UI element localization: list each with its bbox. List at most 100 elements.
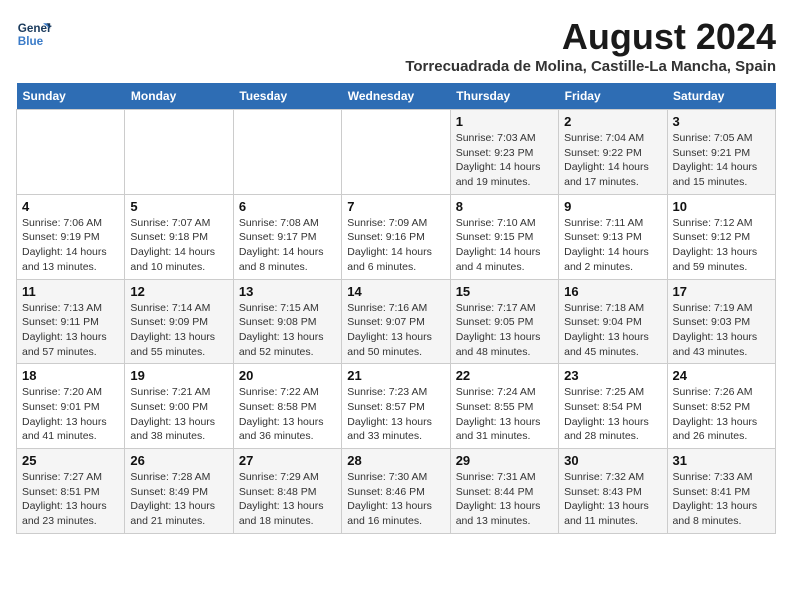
day-info: Sunrise: 7:09 AM Sunset: 9:16 PM Dayligh… [347, 216, 444, 275]
calendar-cell: 4 Sunrise: 7:06 AM Sunset: 9:19 PM Daylig… [17, 194, 125, 279]
day-number: 17 [673, 284, 770, 299]
day-number: 31 [673, 453, 770, 468]
calendar-cell: 13 Sunrise: 7:15 AM Sunset: 9:08 PM Dayli… [233, 279, 341, 364]
day-info: Sunrise: 7:03 AM Sunset: 9:23 PM Dayligh… [456, 131, 553, 190]
day-number: 20 [239, 368, 336, 383]
day-number: 10 [673, 199, 770, 214]
day-info: Sunrise: 7:04 AM Sunset: 9:22 PM Dayligh… [564, 131, 661, 190]
day-info: Sunrise: 7:13 AM Sunset: 9:11 PM Dayligh… [22, 301, 119, 360]
day-number: 19 [130, 368, 227, 383]
day-info: Sunrise: 7:29 AM Sunset: 8:48 PM Dayligh… [239, 470, 336, 529]
calendar-cell: 19 Sunrise: 7:21 AM Sunset: 9:00 PM Dayli… [125, 364, 233, 449]
calendar-week-row: 25 Sunrise: 7:27 AM Sunset: 8:51 PM Dayli… [17, 449, 776, 534]
main-title: August 2024 [405, 16, 776, 58]
day-number: 3 [673, 114, 770, 129]
calendar-week-row: 11 Sunrise: 7:13 AM Sunset: 9:11 PM Dayli… [17, 279, 776, 364]
day-info: Sunrise: 7:05 AM Sunset: 9:21 PM Dayligh… [673, 131, 770, 190]
calendar-cell: 1 Sunrise: 7:03 AM Sunset: 9:23 PM Daylig… [450, 110, 558, 195]
day-number: 28 [347, 453, 444, 468]
day-number: 6 [239, 199, 336, 214]
calendar-cell: 25 Sunrise: 7:27 AM Sunset: 8:51 PM Dayli… [17, 449, 125, 534]
day-info: Sunrise: 7:26 AM Sunset: 8:52 PM Dayligh… [673, 385, 770, 444]
weekday-header-sunday: Sunday [17, 83, 125, 110]
calendar-cell: 2 Sunrise: 7:04 AM Sunset: 9:22 PM Daylig… [559, 110, 667, 195]
calendar-cell [233, 110, 341, 195]
calendar-cell: 29Sunrise: 7:31 AM Sunset: 8:44 PM Dayli… [450, 449, 558, 534]
calendar-cell: 18Sunrise: 7:20 AM Sunset: 9:01 PM Dayli… [17, 364, 125, 449]
day-info: Sunrise: 7:28 AM Sunset: 8:49 PM Dayligh… [130, 470, 227, 529]
day-info: Sunrise: 7:21 AM Sunset: 9:00 PM Dayligh… [130, 385, 227, 444]
weekday-header-thursday: Thursday [450, 83, 558, 110]
weekday-header-friday: Friday [559, 83, 667, 110]
logo: General Blue [16, 16, 52, 52]
day-info: Sunrise: 7:22 AM Sunset: 8:58 PM Dayligh… [239, 385, 336, 444]
day-info: Sunrise: 7:32 AM Sunset: 8:43 PM Dayligh… [564, 470, 661, 529]
calendar-cell: 8 Sunrise: 7:10 AM Sunset: 9:15 PM Daylig… [450, 194, 558, 279]
svg-text:Blue: Blue [18, 35, 44, 48]
day-info: Sunrise: 7:16 AM Sunset: 9:07 PM Dayligh… [347, 301, 444, 360]
day-info: Sunrise: 7:23 AM Sunset: 8:57 PM Dayligh… [347, 385, 444, 444]
calendar-cell: 7 Sunrise: 7:09 AM Sunset: 9:16 PM Daylig… [342, 194, 450, 279]
calendar-cell: 11 Sunrise: 7:13 AM Sunset: 9:11 PM Dayli… [17, 279, 125, 364]
day-number: 5 [130, 199, 227, 214]
day-number: 18 [22, 368, 119, 383]
calendar-cell: 10 Sunrise: 7:12 AM Sunset: 9:12 PM Dayli… [667, 194, 775, 279]
calendar-cell: 15Sunrise: 7:17 AM Sunset: 9:05 PM Dayli… [450, 279, 558, 364]
day-number: 26 [130, 453, 227, 468]
day-info: Sunrise: 7:06 AM Sunset: 9:19 PM Dayligh… [22, 216, 119, 275]
calendar-cell: 21 Sunrise: 7:23 AM Sunset: 8:57 PM Dayli… [342, 364, 450, 449]
calendar-cell: 20 Sunrise: 7:22 AM Sunset: 8:58 PM Dayli… [233, 364, 341, 449]
calendar-cell: 3 Sunrise: 7:05 AM Sunset: 9:21 PM Daylig… [667, 110, 775, 195]
day-info: Sunrise: 7:33 AM Sunset: 8:41 PM Dayligh… [673, 470, 770, 529]
calendar-cell: 24 Sunrise: 7:26 AM Sunset: 8:52 PM Dayli… [667, 364, 775, 449]
day-number: 23 [564, 368, 661, 383]
day-number: 22 [456, 368, 553, 383]
calendar-week-row: 18Sunrise: 7:20 AM Sunset: 9:01 PM Dayli… [17, 364, 776, 449]
day-info: Sunrise: 7:07 AM Sunset: 9:18 PM Dayligh… [130, 216, 227, 275]
calendar-cell [125, 110, 233, 195]
day-number: 11 [22, 284, 119, 299]
logo-icon: General Blue [16, 16, 52, 52]
day-info: Sunrise: 7:15 AM Sunset: 9:08 PM Dayligh… [239, 301, 336, 360]
day-number: 29 [456, 453, 553, 468]
title-block: August 2024 Torrecuadrada de Molina, Cas… [405, 16, 776, 75]
weekday-header-tuesday: Tuesday [233, 83, 341, 110]
day-info: Sunrise: 7:08 AM Sunset: 9:17 PM Dayligh… [239, 216, 336, 275]
calendar-week-row: 4 Sunrise: 7:06 AM Sunset: 9:19 PM Daylig… [17, 194, 776, 279]
calendar-table: SundayMondayTuesdayWednesdayThursdayFrid… [16, 83, 776, 534]
calendar-cell: 16Sunrise: 7:18 AM Sunset: 9:04 PM Dayli… [559, 279, 667, 364]
weekday-header-row: SundayMondayTuesdayWednesdayThursdayFrid… [17, 83, 776, 110]
day-number: 2 [564, 114, 661, 129]
day-number: 25 [22, 453, 119, 468]
day-number: 27 [239, 453, 336, 468]
calendar-cell: 5 Sunrise: 7:07 AM Sunset: 9:18 PM Daylig… [125, 194, 233, 279]
calendar-cell: 14 Sunrise: 7:16 AM Sunset: 9:07 PM Dayli… [342, 279, 450, 364]
calendar-cell: 26 Sunrise: 7:28 AM Sunset: 8:49 PM Dayli… [125, 449, 233, 534]
day-info: Sunrise: 7:12 AM Sunset: 9:12 PM Dayligh… [673, 216, 770, 275]
day-info: Sunrise: 7:14 AM Sunset: 9:09 PM Dayligh… [130, 301, 227, 360]
day-info: Sunrise: 7:30 AM Sunset: 8:46 PM Dayligh… [347, 470, 444, 529]
calendar-cell: 9 Sunrise: 7:11 AM Sunset: 9:13 PM Daylig… [559, 194, 667, 279]
day-number: 4 [22, 199, 119, 214]
day-info: Sunrise: 7:27 AM Sunset: 8:51 PM Dayligh… [22, 470, 119, 529]
day-info: Sunrise: 7:11 AM Sunset: 9:13 PM Dayligh… [564, 216, 661, 275]
day-info: Sunrise: 7:24 AM Sunset: 8:55 PM Dayligh… [456, 385, 553, 444]
day-number: 13 [239, 284, 336, 299]
day-number: 9 [564, 199, 661, 214]
calendar-cell: 23 Sunrise: 7:25 AM Sunset: 8:54 PM Dayli… [559, 364, 667, 449]
day-info: Sunrise: 7:25 AM Sunset: 8:54 PM Dayligh… [564, 385, 661, 444]
page-header: General Blue August 2024 Torrecuadrada d… [16, 16, 776, 75]
day-number: 14 [347, 284, 444, 299]
day-info: Sunrise: 7:10 AM Sunset: 9:15 PM Dayligh… [456, 216, 553, 275]
day-number: 15 [456, 284, 553, 299]
calendar-cell [17, 110, 125, 195]
day-number: 8 [456, 199, 553, 214]
day-number: 30 [564, 453, 661, 468]
weekday-header-monday: Monday [125, 83, 233, 110]
calendar-cell: 28 Sunrise: 7:30 AM Sunset: 8:46 PM Dayli… [342, 449, 450, 534]
day-number: 1 [456, 114, 553, 129]
day-number: 24 [673, 368, 770, 383]
day-number: 21 [347, 368, 444, 383]
calendar-week-row: 1 Sunrise: 7:03 AM Sunset: 9:23 PM Daylig… [17, 110, 776, 195]
day-number: 7 [347, 199, 444, 214]
